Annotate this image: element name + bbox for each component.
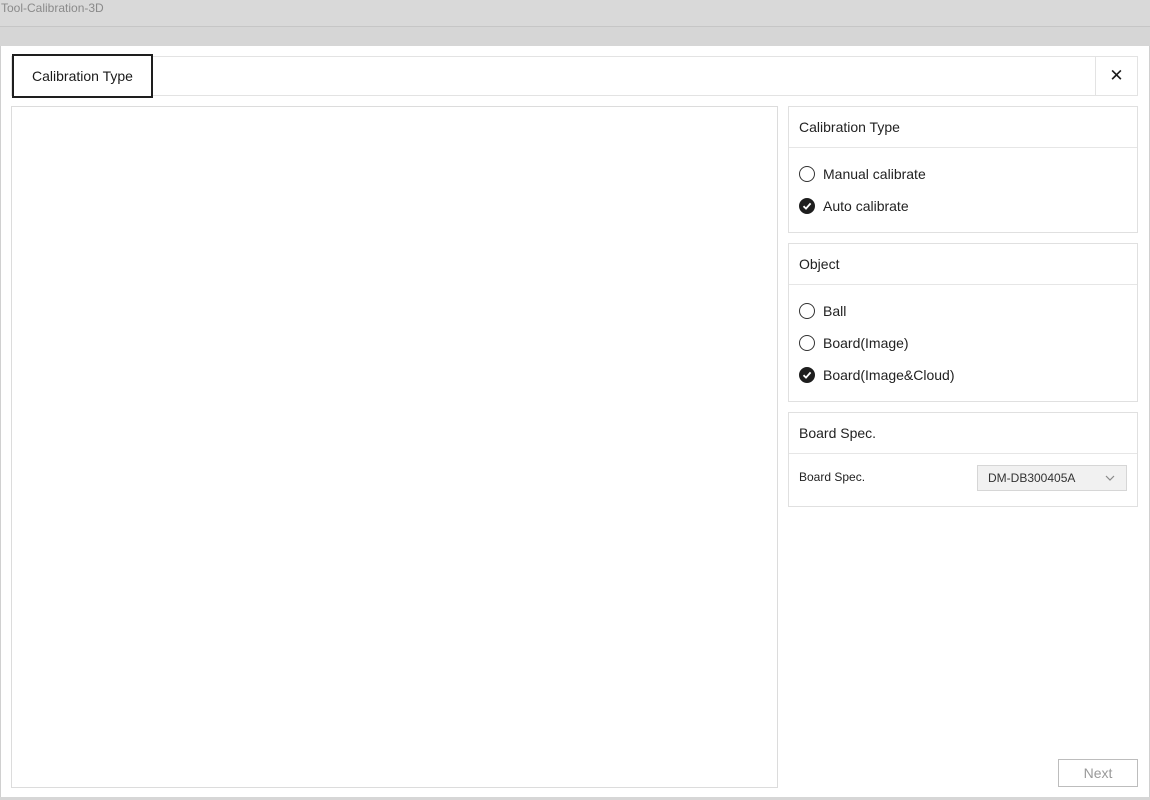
radio-checked-icon xyxy=(799,367,815,383)
close-button[interactable]: ✕ xyxy=(1095,57,1137,95)
preview-canvas xyxy=(11,106,778,788)
object-panel: Object Ball Board(Image) Board(Image&Clo… xyxy=(788,243,1138,402)
radio-manual-calibrate[interactable]: Manual calibrate xyxy=(799,164,926,184)
tab-label: Calibration Type xyxy=(32,68,133,84)
radio-circle-icon xyxy=(799,166,815,182)
object-header: Object xyxy=(789,244,1137,285)
radio-checked-icon xyxy=(799,198,815,214)
board-spec-header: Board Spec. xyxy=(789,413,1137,454)
board-spec-select[interactable]: DM-DB300405A xyxy=(977,465,1127,491)
radio-label: Ball xyxy=(823,303,847,319)
radio-board-image[interactable]: Board(Image) xyxy=(799,333,909,353)
window-titlebar: Tool-Calibration-3D xyxy=(0,0,1150,27)
calibration-type-header: Calibration Type xyxy=(789,107,1137,148)
radio-label: Board(Image) xyxy=(823,335,909,351)
next-label: Next xyxy=(1083,765,1113,781)
tab-calibration-type[interactable]: Calibration Type xyxy=(12,54,153,98)
radio-label: Manual calibrate xyxy=(823,166,926,182)
board-spec-label: Board Spec. xyxy=(799,470,866,484)
window-subbar xyxy=(0,27,1150,46)
next-button[interactable]: Next xyxy=(1058,759,1138,787)
radio-label: Board(Image&Cloud) xyxy=(823,367,955,383)
board-spec-panel: Board Spec. Board Spec. DM-DB300405A xyxy=(788,412,1138,507)
tab-bar xyxy=(11,56,1138,96)
radio-label: Auto calibrate xyxy=(823,198,909,214)
radio-circle-icon xyxy=(799,335,815,351)
board-spec-value: DM-DB300405A xyxy=(988,471,1076,485)
window-title: Tool-Calibration-3D xyxy=(1,1,104,15)
radio-auto-calibrate[interactable]: Auto calibrate xyxy=(799,196,909,216)
close-icon: ✕ xyxy=(1109,66,1124,85)
calibration-type-panel: Calibration Type Manual calibrate Auto c… xyxy=(788,106,1138,233)
radio-circle-icon xyxy=(799,303,815,319)
chevron-down-icon xyxy=(1104,472,1116,487)
radio-board-image-cloud[interactable]: Board(Image&Cloud) xyxy=(799,365,955,385)
radio-ball[interactable]: Ball xyxy=(799,301,846,321)
